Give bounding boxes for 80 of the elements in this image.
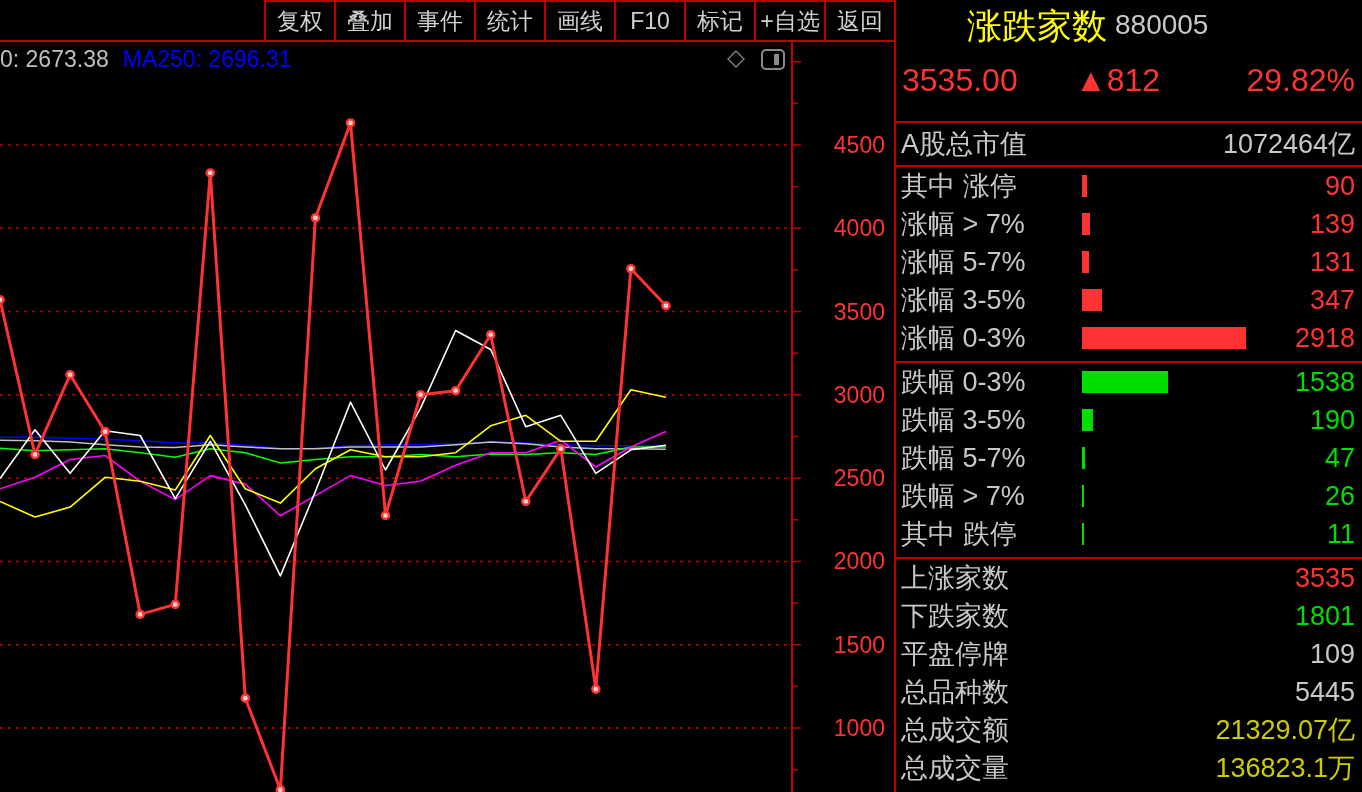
row-label: 涨幅 5-7% [900, 248, 1027, 276]
row-value: 136823.1万 [1215, 754, 1356, 782]
price-value: 3535.00 [901, 63, 1019, 96]
data-point [450, 385, 461, 396]
row-label: 下跌家数 [900, 602, 1009, 630]
toolbar-button[interactable]: 事件 [404, 2, 474, 40]
panel-toggle-icon[interactable] [761, 48, 785, 70]
axis-label: 1500 [833, 631, 885, 658]
legend-label: 0: 2673.38 [0, 47, 109, 71]
data-point [205, 168, 216, 178]
data-point [591, 684, 601, 694]
row-label: 其中 涨停 [900, 172, 1018, 200]
axis-label: 3500 [833, 298, 885, 325]
data-point [626, 263, 636, 274]
data-point [556, 443, 566, 454]
row-value: 2918 [1294, 324, 1356, 352]
stock-code: 880005 [1115, 11, 1209, 39]
row-value: 11 [1326, 520, 1356, 548]
data-point [65, 369, 75, 380]
legend-label: MA250: 2696.31 [122, 47, 292, 71]
row-value: 131 [1309, 248, 1356, 276]
metric-label: A股总市值 [900, 130, 1027, 158]
row-label: 涨幅 > 7% [900, 210, 1026, 238]
row-value: 1801 [1294, 602, 1356, 630]
toolbar-button[interactable]: +自选 [754, 2, 824, 40]
row-label: 总成交额 [900, 716, 1009, 744]
toolbar-button[interactable]: 画线 [544, 2, 614, 40]
change-value: ▲812 [1075, 63, 1161, 96]
panel-title: 涨跌家数 [967, 7, 1107, 43]
axis-label: 4500 [833, 131, 885, 158]
data-point [0, 294, 5, 305]
row-label: 上涨家数 [900, 564, 1009, 592]
row-value: 47 [1324, 444, 1356, 472]
row-value: 139 [1309, 210, 1356, 238]
row-label: 跌幅 > 7% [900, 482, 1026, 510]
row-value: 347 [1309, 286, 1356, 314]
data-point [661, 300, 671, 311]
row-value: 109 [1309, 640, 1356, 668]
data-point [100, 426, 110, 437]
toolbar-button[interactable]: 返回 [824, 2, 894, 40]
row-value: 5445 [1294, 678, 1356, 706]
data-point [135, 609, 145, 620]
toolbar-button[interactable]: 标记 [684, 2, 754, 40]
axis-label: 4000 [833, 215, 885, 242]
row-value: 21329.07亿 [1215, 716, 1356, 744]
row-label: 涨幅 0-3% [900, 324, 1027, 352]
data-point [415, 389, 426, 400]
data-point [485, 329, 496, 340]
row-value: 90 [1324, 172, 1356, 200]
row-label: 总品种数 [900, 678, 1009, 706]
row-value: 190 [1309, 406, 1356, 434]
axis-label: 3000 [833, 381, 885, 408]
data-point [240, 693, 251, 703]
row-label: 平盘停牌 [900, 640, 1009, 668]
toolbar-button[interactable]: 复权 [264, 2, 334, 40]
axis-label: 2500 [833, 465, 885, 492]
row-label: 总成交量 [900, 754, 1009, 782]
data-point [520, 496, 531, 507]
axis-label: 2000 [833, 548, 885, 575]
data-point [30, 449, 40, 460]
toolbar-button[interactable]: 叠加 [334, 2, 404, 40]
axis-label: 1000 [833, 715, 885, 742]
data-point [170, 599, 181, 610]
diamond-icon[interactable] [727, 50, 745, 68]
toolbar-button[interactable]: F10 [614, 2, 684, 40]
row-value: 1538 [1294, 368, 1356, 396]
data-point [345, 118, 356, 128]
row-label: 涨幅 3-5% [900, 286, 1027, 314]
toolbar-button[interactable]: 统计 [474, 2, 544, 40]
row-label: 跌幅 3-5% [900, 406, 1027, 434]
row-value: 3535 [1294, 564, 1356, 592]
row-value: 26 [1324, 482, 1356, 510]
change-percent: 29.82% [1246, 63, 1356, 96]
data-point [380, 510, 391, 521]
data-point [310, 213, 321, 223]
metric-value: 1072464亿 [1222, 130, 1356, 158]
row-label: 其中 跌停 [900, 520, 1018, 548]
row-label: 跌幅 0-3% [900, 368, 1027, 396]
row-label: 跌幅 5-7% [900, 444, 1027, 472]
data-point [275, 784, 286, 792]
